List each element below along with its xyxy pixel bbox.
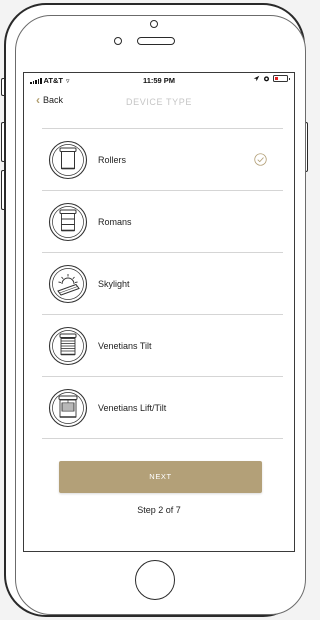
home-button[interactable]	[135, 560, 175, 600]
device-type-venetians-lift-tilt[interactable]: Venetians Lift/Tilt	[42, 377, 283, 439]
location-icon	[253, 75, 260, 82]
device-type-skylight[interactable]: Skylight	[42, 253, 283, 315]
next-button[interactable]: NEXT	[59, 461, 262, 493]
device-type-label: Venetians Tilt	[98, 341, 152, 351]
status-bar: AT&T ▿ 11:59 PM	[24, 73, 294, 87]
front-camera	[150, 20, 158, 28]
device-type-label: Romans	[98, 217, 132, 227]
earpiece-speaker	[137, 37, 175, 45]
battery-icon	[273, 75, 290, 82]
page-title: DEVICE TYPE	[126, 97, 192, 107]
roller-blind-icon	[48, 140, 88, 180]
app-screen: AT&T ▿ 11:59 PM ‹ Back DEVICE TYPE Rolle…	[23, 72, 295, 552]
skylight-icon	[48, 264, 88, 304]
device-type-rollers[interactable]: Rollers	[42, 129, 283, 191]
roman-blind-icon	[48, 202, 88, 242]
phone-mockup: AT&T ▿ 11:59 PM ‹ Back DEVICE TYPE Rolle…	[0, 0, 309, 620]
navigation-bar: ‹ Back DEVICE TYPE	[24, 87, 294, 113]
device-type-label: Skylight	[98, 279, 130, 289]
check-circle-icon	[254, 153, 267, 166]
alarm-icon	[263, 76, 270, 82]
device-type-venetians-tilt[interactable]: Venetians Tilt	[42, 315, 283, 377]
step-indicator: Step 2 of 7	[137, 505, 181, 515]
device-type-label: Venetians Lift/Tilt	[98, 403, 167, 413]
proximity-sensor	[114, 37, 122, 45]
device-type-label: Rollers	[98, 155, 127, 165]
venetian-tilt-icon	[48, 326, 88, 366]
venetian-lift-tilt-icon	[48, 388, 88, 428]
device-type-romans[interactable]: Romans	[42, 191, 283, 253]
device-type-list: Rollers Romans Skylight Venetians Tilt V…	[42, 128, 283, 439]
